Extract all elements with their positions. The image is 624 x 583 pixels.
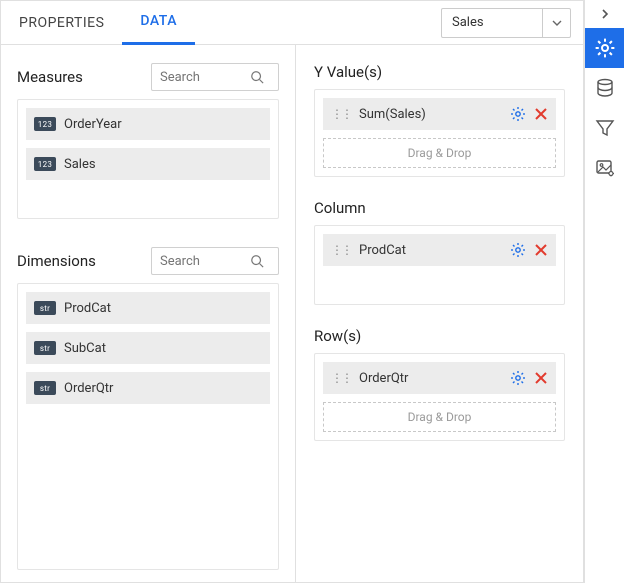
datasource-select[interactable]: Sales — [441, 8, 571, 38]
measures-title: Measures — [17, 68, 83, 86]
measure-item[interactable]: 123 OrderYear — [26, 108, 270, 140]
number-badge-icon: 123 — [34, 117, 56, 131]
string-badge-icon: str — [34, 301, 56, 315]
dimension-label: ProdCat — [64, 301, 111, 316]
rail-image-settings[interactable] — [585, 148, 624, 188]
measures-search-input[interactable] — [160, 70, 250, 85]
tab-data[interactable]: DATA — [122, 1, 195, 45]
close-icon[interactable] — [534, 107, 548, 121]
gear-icon[interactable] — [510, 242, 526, 258]
rail-settings[interactable] — [585, 28, 624, 68]
image-gear-icon — [595, 158, 615, 178]
column-title: Column — [314, 199, 565, 217]
string-badge-icon: str — [34, 381, 56, 395]
drop-hint[interactable]: Drag & Drop — [323, 402, 556, 432]
yvalues-dropzone[interactable]: ⋮⋮ Sum(Sales) Drag & Drop — [314, 89, 565, 177]
rows-section: Row(s) ⋮⋮ OrderQtr — [314, 327, 565, 441]
dimensions-search[interactable] — [151, 247, 279, 275]
measures-list: 123 OrderYear 123 Sales — [17, 99, 279, 219]
gear-icon[interactable] — [510, 106, 526, 122]
dimensions-title: Dimensions — [17, 252, 96, 270]
side-rail — [584, 0, 624, 583]
rows-title: Row(s) — [314, 327, 565, 345]
dimension-item[interactable]: str OrderQtr — [26, 372, 270, 404]
drop-hint[interactable]: Drag & Drop — [323, 138, 556, 168]
rail-data[interactable] — [585, 68, 624, 108]
drag-handle-icon[interactable]: ⋮⋮ — [331, 371, 351, 385]
tab-properties[interactable]: PROPERTIES — [1, 1, 122, 45]
string-badge-icon: str — [34, 341, 56, 355]
dimension-item[interactable]: str SubCat — [26, 332, 270, 364]
dimension-item[interactable]: str ProdCat — [26, 292, 270, 324]
rows-dropzone[interactable]: ⋮⋮ OrderQtr Drag & Drop — [314, 353, 565, 441]
yvalues-title: Y Value(s) — [314, 63, 565, 81]
measure-label: Sales — [64, 157, 96, 172]
gear-icon — [595, 38, 615, 58]
database-icon — [595, 78, 615, 98]
measure-item[interactable]: 123 Sales — [26, 148, 270, 180]
rail-filter[interactable] — [585, 108, 624, 148]
dimension-label: SubCat — [64, 341, 106, 356]
drag-handle-icon[interactable]: ⋮⋮ — [331, 243, 351, 257]
expand-panel-button[interactable] — [585, 0, 624, 28]
funnel-icon — [595, 118, 615, 138]
column-section: Column ⋮⋮ ProdCat — [314, 199, 565, 305]
row-label: OrderQtr — [359, 371, 502, 386]
chevron-down-icon — [542, 9, 570, 37]
drag-handle-icon[interactable]: ⋮⋮ — [331, 107, 351, 121]
close-icon[interactable] — [534, 243, 548, 257]
dimension-label: OrderQtr — [64, 381, 113, 396]
yvalues-section: Y Value(s) ⋮⋮ Sum(Sales) — [314, 63, 565, 177]
search-icon — [250, 254, 264, 268]
column-dropzone[interactable]: ⋮⋮ ProdCat — [314, 225, 565, 305]
gear-icon[interactable] — [510, 370, 526, 386]
column-label: ProdCat — [359, 243, 502, 258]
measure-label: OrderYear — [64, 117, 122, 132]
dimensions-search-input[interactable] — [160, 254, 250, 269]
row-chip[interactable]: ⋮⋮ OrderQtr — [323, 362, 556, 394]
tabstrip: PROPERTIES DATA Sales — [1, 1, 583, 45]
yvalue-label: Sum(Sales) — [359, 107, 502, 122]
yvalue-chip[interactable]: ⋮⋮ Sum(Sales) — [323, 98, 556, 130]
close-icon[interactable] — [534, 371, 548, 385]
measures-search[interactable] — [151, 63, 279, 91]
dimensions-list: str ProdCat str SubCat str OrderQtr — [17, 283, 279, 570]
number-badge-icon: 123 — [34, 157, 56, 171]
column-chip[interactable]: ⋮⋮ ProdCat — [323, 234, 556, 266]
datasource-value: Sales — [442, 15, 542, 30]
search-icon — [250, 70, 264, 84]
